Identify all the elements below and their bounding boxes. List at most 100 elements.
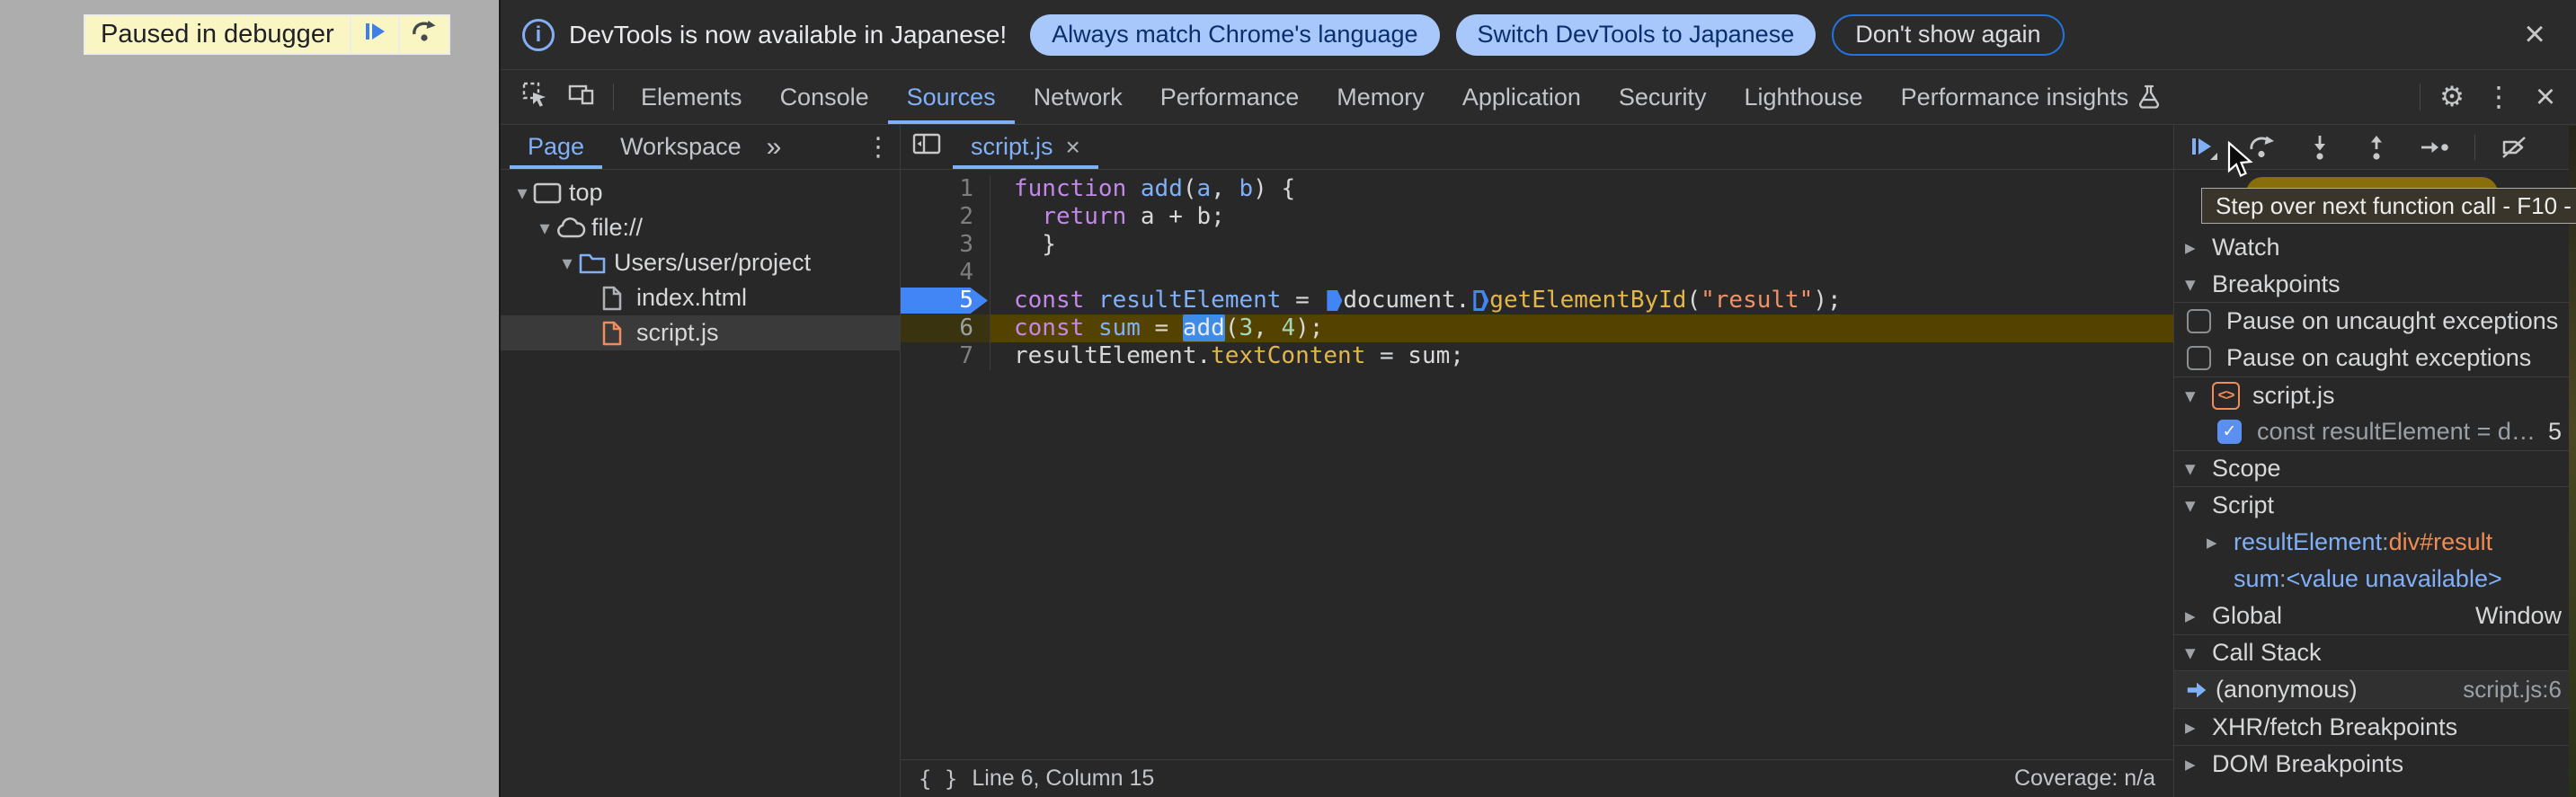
call-frame-anonymous[interactable]: (anonymous) script.js:6	[2174, 671, 2576, 708]
section-header-script[interactable]: ▾ Script	[2174, 487, 2576, 524]
breakpoint-group-script-js[interactable]: ▾ <> script.js	[2174, 376, 2576, 413]
expander-icon[interactable]: ▾	[534, 217, 555, 240]
infobar-close-button[interactable]: ×	[2513, 13, 2556, 56]
section-header-breakpoints[interactable]: ▾ Breakpoints	[2174, 266, 2576, 303]
triangle-right-icon[interactable]: ▸	[2207, 530, 2234, 554]
section-header-dom-breakpoints[interactable]: ▸ DOM Breakpoints	[2174, 745, 2576, 782]
scope-global-row[interactable]: ▸ Global Window	[2174, 598, 2576, 634]
expander-icon[interactable]: ▾	[556, 252, 578, 275]
tree-item-top[interactable]: ▾ top	[501, 175, 900, 210]
inline-breakpoint-marker-icon[interactable]	[1327, 290, 1343, 311]
tree-item-index-html[interactable]: index.html	[501, 280, 900, 315]
line-number-1[interactable]: 1	[901, 175, 990, 203]
line-number-4[interactable]: 4	[901, 259, 990, 287]
close-devtools-button[interactable]: ×	[2522, 70, 2569, 124]
tree-item-file[interactable]: ▾ file://	[501, 210, 900, 245]
breakpoint-checkbox[interactable]: ✓	[2217, 420, 2242, 444]
triangle-down-icon[interactable]: ▾	[2185, 384, 2212, 408]
section-title: DOM Breakpoints	[2212, 749, 2404, 777]
step-button[interactable]	[2420, 134, 2450, 161]
triangle-right-icon[interactable]: ▸	[2185, 235, 2212, 260]
line-number-6[interactable]: 6	[901, 314, 990, 342]
line-number-2[interactable]: 2	[901, 203, 990, 231]
triangle-right-icon[interactable]: ▸	[2185, 752, 2212, 776]
triangle-down-icon[interactable]: ▾	[2185, 493, 2212, 518]
scope-variable-resultelement[interactable]: ▸ resultElement: div#result	[2174, 524, 2576, 561]
close-icon: ×	[2535, 77, 2556, 116]
tab-lighthouse[interactable]: Lighthouse	[1725, 70, 1881, 124]
toolbar-separator	[2420, 84, 2421, 111]
pretty-print-icon[interactable]: { }	[919, 766, 957, 792]
line-number-7[interactable]: 7	[901, 342, 990, 370]
debugger-sections: ▸ Watch ▾ Breakpoints Pause on uncaught exce…	[2174, 170, 2576, 797]
tab-sources[interactable]: Sources	[888, 70, 1015, 124]
switch-devtools-to-japanese-button[interactable]: Switch DevTools to Japanese	[1455, 13, 1817, 56]
more-options-button[interactable]: ⋮	[2475, 70, 2522, 124]
toolbar-separator	[613, 84, 614, 111]
tree-item-script-js[interactable]: script.js	[501, 315, 900, 350]
toggle-navigator-button[interactable]	[901, 125, 953, 169]
line-number-5[interactable]: 5	[901, 287, 990, 314]
section-header-call-stack[interactable]: ▾ Call Stack	[2174, 634, 2576, 671]
call-frame-location: script.js:6	[2463, 676, 2562, 703]
deactivate-breakpoints-button[interactable]	[2500, 134, 2528, 161]
breakpoint-entry[interactable]: ✓ const resultElement = doc⋯ 5	[2174, 413, 2576, 450]
tab-performance-insights[interactable]: Performance insights	[1882, 70, 2181, 124]
triangle-down-icon[interactable]: ▾	[2185, 456, 2212, 481]
always-match-chrome-s-language-button[interactable]: Always match Chrome's language	[1030, 13, 1440, 56]
more-tabs-chevron-icon[interactable]: »	[759, 125, 787, 169]
file-js-icon	[600, 320, 636, 347]
resume-script-button[interactable]	[349, 16, 398, 53]
step-icon	[2420, 134, 2450, 161]
scope-variable-sum[interactable]: sum: <value unavailable>	[2174, 561, 2576, 598]
close-tab-icon[interactable]: ×	[1066, 133, 1080, 162]
checkbox[interactable]	[2187, 309, 2211, 333]
inspect-element-button[interactable]	[511, 70, 558, 124]
inline-breakpoint-marker-icon[interactable]	[1473, 290, 1489, 311]
tree-item-label: index.html	[636, 284, 748, 311]
editor-tab-script-js[interactable]: script.js ×	[953, 125, 1098, 169]
section-title: Scope	[2212, 455, 2281, 482]
code-line-content: }	[1014, 231, 1056, 258]
code-line-2: 2 return a + b;	[901, 203, 2173, 231]
triangle-down-icon[interactable]: ▾	[2185, 641, 2212, 665]
tab-application[interactable]: Application	[1443, 70, 1600, 124]
navigator-menu-button[interactable]: ⋮	[857, 125, 900, 169]
tab-label: Network	[1033, 83, 1123, 111]
expander-icon[interactable]: ▾	[511, 182, 533, 205]
triangle-down-icon[interactable]: ▾	[2185, 272, 2212, 297]
section-header-watch[interactable]: ▸ Watch	[2174, 229, 2576, 266]
tab-memory[interactable]: Memory	[1318, 70, 1443, 124]
settings-button[interactable]: ⚙	[2429, 70, 2475, 124]
resume-button[interactable]	[2189, 133, 2218, 161]
triangle-right-icon[interactable]: ▸	[2185, 715, 2212, 739]
tab-console[interactable]: Console	[761, 70, 888, 124]
device-toolbar-button[interactable]	[558, 70, 605, 124]
step-out-icon	[2363, 134, 2390, 161]
navigator-tab-workspace[interactable]: Workspace	[602, 125, 759, 169]
tab-elements[interactable]: Elements	[622, 70, 761, 124]
checkbox[interactable]	[2187, 346, 2211, 370]
tab-label: Lighthouse	[1744, 83, 1863, 111]
tab-security[interactable]: Security	[1600, 70, 1726, 124]
step-over-button-badge[interactable]	[397, 16, 449, 53]
code-editor[interactable]: 1 function add(a, b) {2 return a + b; 3 } 4…	[901, 170, 2173, 759]
section-header-scope[interactable]: ▾ Scope	[2174, 450, 2576, 487]
section-header-xhr-fetch-breakpoints[interactable]: ▸ XHR/fetch Breakpoints	[2174, 708, 2576, 745]
tree-item-users-user-project[interactable]: ▾ Users/user/project	[501, 245, 900, 280]
toolbar-separator	[2474, 134, 2475, 160]
tab-label: Sources	[906, 83, 996, 111]
tab-label: Console	[779, 83, 869, 111]
step-out-button[interactable]	[2363, 134, 2390, 161]
triangle-right-icon[interactable]: ▸	[2185, 604, 2212, 628]
checkbox-row-pause-on-caught-exceptions[interactable]: Pause on caught exceptions	[2174, 340, 2576, 376]
tab-label: Security	[1618, 83, 1707, 111]
tab-network[interactable]: Network	[1015, 70, 1141, 124]
tab-performance[interactable]: Performance	[1141, 70, 1319, 124]
step-into-button[interactable]	[2306, 134, 2333, 161]
don-t-show-again-button[interactable]: Don't show again	[1832, 13, 2065, 56]
checkbox-row-pause-on-uncaught-exceptions[interactable]: Pause on uncaught exceptions	[2174, 303, 2576, 340]
navigator-tab-page[interactable]: Page	[510, 125, 602, 169]
line-number-3[interactable]: 3	[901, 231, 990, 259]
variable-value: <value unavailable>	[2286, 565, 2502, 592]
